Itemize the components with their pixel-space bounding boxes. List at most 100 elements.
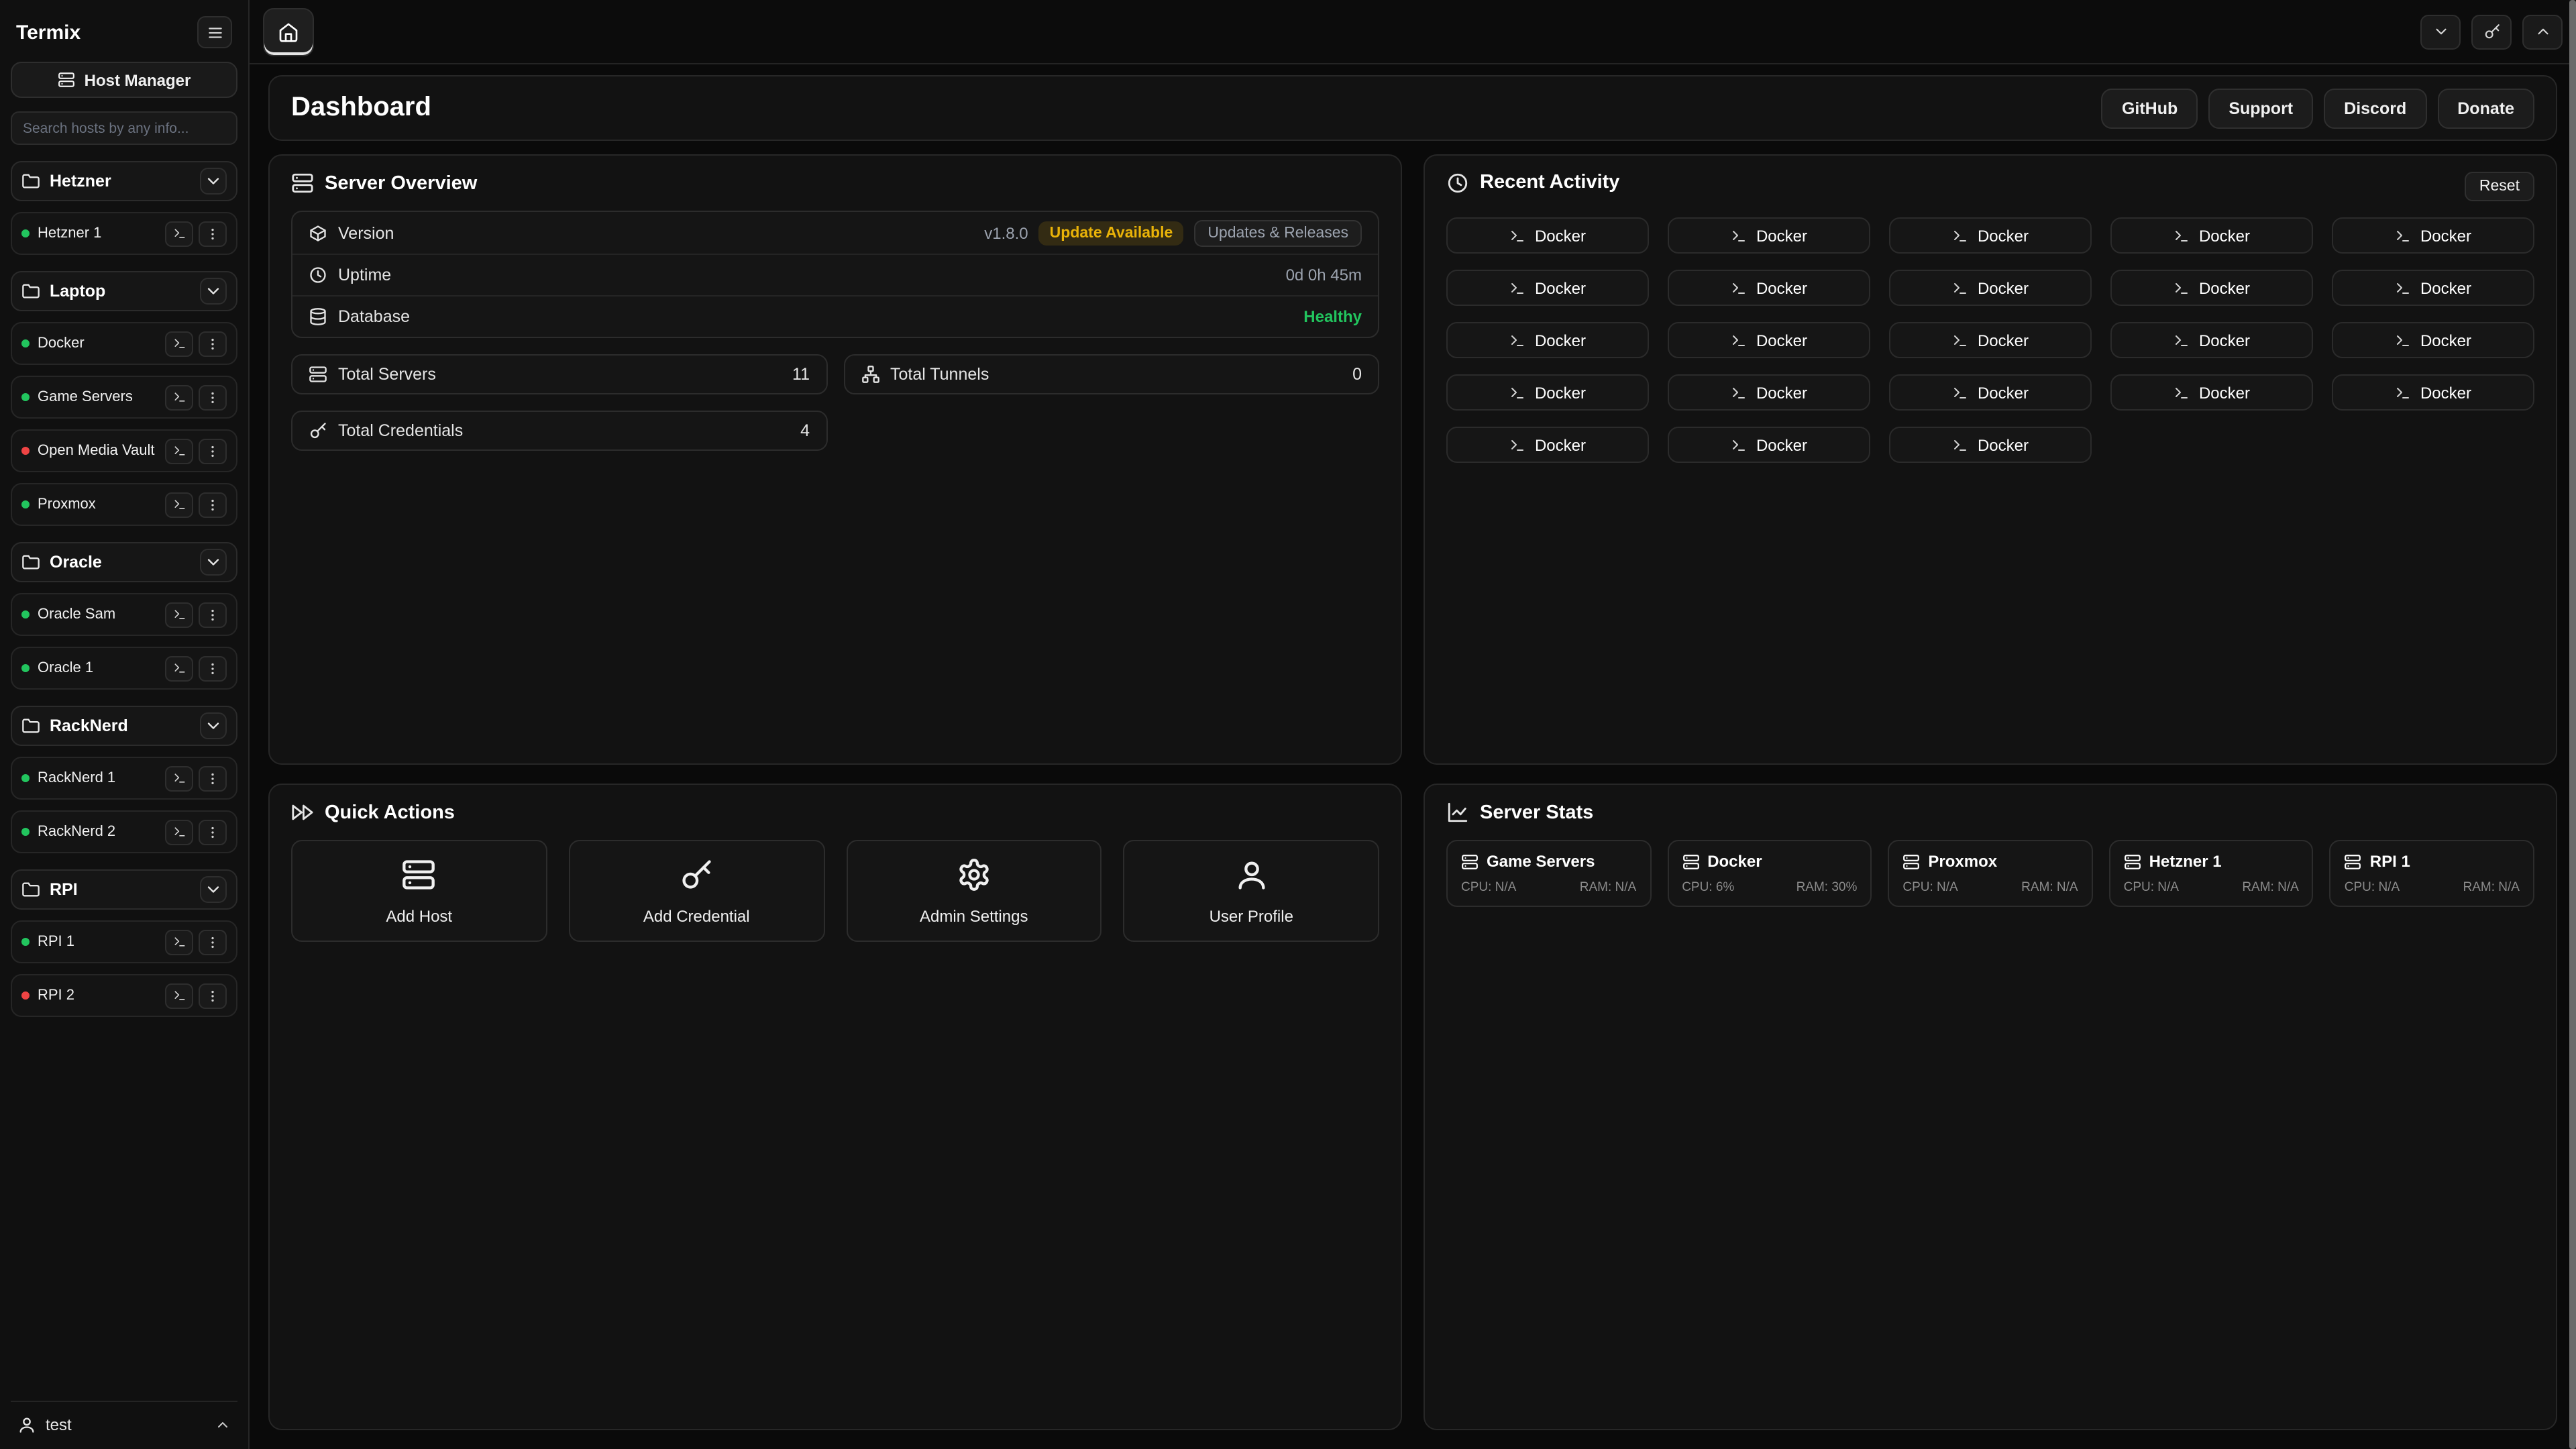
open-terminal-button[interactable] xyxy=(165,331,193,356)
folder-header[interactable]: Laptop xyxy=(11,271,237,311)
activity-item[interactable]: Docker xyxy=(1889,217,2092,254)
activity-item[interactable]: Docker xyxy=(2332,217,2534,254)
terminal-icon xyxy=(1952,280,1968,296)
key-button[interactable] xyxy=(2471,14,2512,49)
activity-item[interactable]: Docker xyxy=(1446,427,1649,463)
header-link-donate[interactable]: Donate xyxy=(2437,88,2534,128)
host-item[interactable]: RPI 1 xyxy=(11,920,237,963)
folder-header[interactable]: Oracle xyxy=(11,542,237,582)
host-menu-button[interactable] xyxy=(199,819,227,845)
folder-header[interactable]: RackNerd xyxy=(11,706,237,746)
host-menu-button[interactable] xyxy=(199,331,227,356)
activity-item[interactable]: Docker xyxy=(1446,322,1649,358)
stat-ram: RAM: N/A xyxy=(2021,880,2078,895)
folder-collapse-button[interactable] xyxy=(200,278,227,305)
host-item[interactable]: RackNerd 1 xyxy=(11,757,237,800)
sidebar-footer-user[interactable]: test xyxy=(11,1401,237,1438)
chevron-down-button[interactable] xyxy=(2420,14,2461,49)
server-overview-header: Server Overview xyxy=(291,172,1379,195)
folder-collapse-button[interactable] xyxy=(200,712,227,739)
open-terminal-button[interactable] xyxy=(165,492,193,517)
header-link-discord[interactable]: Discord xyxy=(2324,88,2426,128)
host-item[interactable]: Oracle 1 xyxy=(11,647,237,690)
open-terminal-button[interactable] xyxy=(165,929,193,955)
activity-item[interactable]: Docker xyxy=(1668,374,1870,411)
host-item[interactable]: Game Servers xyxy=(11,376,237,419)
activity-item[interactable]: Docker xyxy=(2332,322,2534,358)
activity-item[interactable]: Docker xyxy=(1889,427,2092,463)
header-link-support[interactable]: Support xyxy=(2208,88,2313,128)
host-menu-button[interactable] xyxy=(199,221,227,246)
status-dot xyxy=(21,229,30,237)
open-terminal-button[interactable] xyxy=(165,438,193,464)
activity-item[interactable]: Docker xyxy=(2110,374,2313,411)
recent-activity-grid: Docker Docker Docker Docker Docker Docker Dock… xyxy=(1446,217,2534,463)
activity-item[interactable]: Docker xyxy=(1889,322,2092,358)
activity-item[interactable]: Docker xyxy=(1889,374,2092,411)
activity-item[interactable]: Docker xyxy=(1446,270,1649,306)
folder-name: RPI xyxy=(50,880,78,899)
open-terminal-button[interactable] xyxy=(165,983,193,1008)
host-menu-button[interactable] xyxy=(199,765,227,791)
host-item[interactable]: RPI 2 xyxy=(11,974,237,1017)
host-menu-button[interactable] xyxy=(199,602,227,627)
header-link-github[interactable]: GitHub xyxy=(2102,88,2198,128)
activity-item[interactable]: Docker xyxy=(1668,270,1870,306)
host-item[interactable]: Proxmox xyxy=(11,483,237,526)
activity-item[interactable]: Docker xyxy=(2110,217,2313,254)
sidebar-menu-button[interactable] xyxy=(197,16,232,48)
host-menu-button[interactable] xyxy=(199,492,227,517)
stat-card: ProxmoxCPU: N/ARAM: N/A xyxy=(1888,840,2092,907)
open-terminal-button[interactable] xyxy=(165,221,193,246)
activity-label: Docker xyxy=(1535,435,1586,454)
activity-item[interactable]: Docker xyxy=(2110,270,2313,306)
updates-releases-button[interactable]: Updates & Releases xyxy=(1194,219,1362,246)
host-item[interactable]: Hetzner 1 xyxy=(11,212,237,255)
chevron-up-button[interactable] xyxy=(2522,14,2563,49)
host-menu-button[interactable] xyxy=(199,384,227,410)
folder-collapse-button[interactable] xyxy=(200,549,227,576)
folder-name: RackNerd xyxy=(50,716,128,735)
open-terminal-button[interactable] xyxy=(165,655,193,681)
activity-item[interactable]: Docker xyxy=(1668,217,1870,254)
folder-header[interactable]: RPI xyxy=(11,869,237,910)
host-menu-button[interactable] xyxy=(199,438,227,464)
activity-item[interactable]: Docker xyxy=(2110,322,2313,358)
terminal-icon xyxy=(172,989,186,1002)
host-manager-button[interactable]: Host Manager xyxy=(11,62,237,98)
host-item[interactable]: Open Media Vault xyxy=(11,429,237,472)
activity-item[interactable]: Docker xyxy=(1446,217,1649,254)
quick-action-add-credential[interactable]: Add Credential xyxy=(569,840,825,942)
status-dot xyxy=(21,500,30,508)
host-item[interactable]: Docker xyxy=(11,322,237,365)
tab-home[interactable] xyxy=(263,7,314,56)
folder-collapse-button[interactable] xyxy=(200,876,227,903)
total-value: 4 xyxy=(800,421,810,440)
quick-action-add-host[interactable]: Add Host xyxy=(291,840,547,942)
activity-item[interactable]: Docker xyxy=(1889,270,2092,306)
activity-item[interactable]: Docker xyxy=(1446,374,1649,411)
activity-item[interactable]: Docker xyxy=(2332,374,2534,411)
host-menu-button[interactable] xyxy=(199,929,227,955)
host-item[interactable]: Oracle Sam xyxy=(11,593,237,636)
scrollbar-thumb[interactable] xyxy=(2569,0,2576,1449)
folder-collapse-button[interactable] xyxy=(200,168,227,195)
activity-item[interactable]: Docker xyxy=(1668,427,1870,463)
host-menu-button[interactable] xyxy=(199,655,227,681)
open-terminal-button[interactable] xyxy=(165,819,193,845)
window-scrollbar[interactable] xyxy=(2569,0,2576,1449)
search-input[interactable] xyxy=(11,111,237,145)
reset-button[interactable]: Reset xyxy=(2465,172,2534,201)
activity-item[interactable]: Docker xyxy=(2332,270,2534,306)
open-terminal-button[interactable] xyxy=(165,602,193,627)
activity-label: Docker xyxy=(2199,383,2250,402)
quick-action-user-profile[interactable]: User Profile xyxy=(1124,840,1380,942)
open-terminal-button[interactable] xyxy=(165,384,193,410)
activity-item[interactable]: Docker xyxy=(1668,322,1870,358)
open-terminal-button[interactable] xyxy=(165,765,193,791)
quick-action-admin-settings[interactable]: Admin Settings xyxy=(846,840,1102,942)
host-item[interactable]: RackNerd 2 xyxy=(11,810,237,853)
host-menu-button[interactable] xyxy=(199,983,227,1008)
folder-header[interactable]: Hetzner xyxy=(11,161,237,201)
total-label: Total Tunnels xyxy=(890,365,989,384)
